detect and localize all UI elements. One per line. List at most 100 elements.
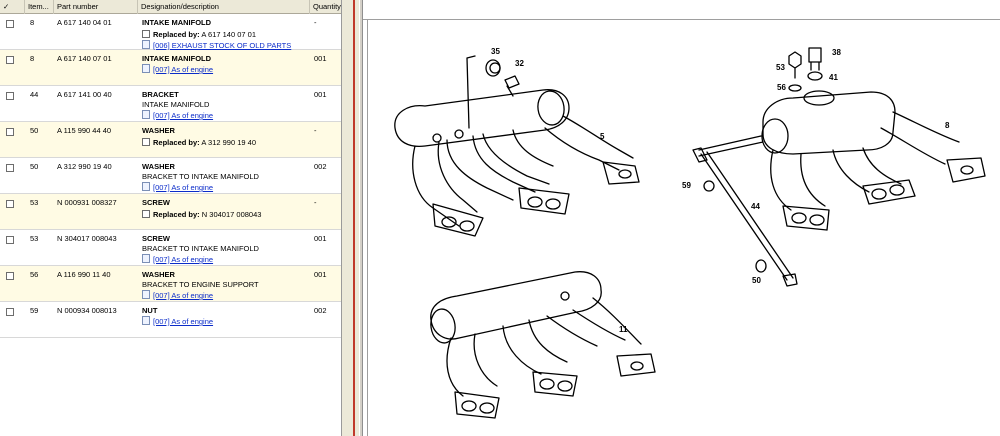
footnote-link-text[interactable]: [007] As of engine [153,111,213,120]
quantity: - [314,18,317,27]
table-row[interactable]: 53 N 304017 008043 SCREW BRACKET TO INTAKE … [0,230,341,266]
manifold-5-drawing[interactable] [394,55,640,237]
designation-title: WASHER [142,162,175,171]
table-row[interactable]: 53 N 000931 008327 SCREW Replaced by: N 304… [0,194,341,230]
designation-subtitle: BRACKET TO INTAKE MANIFOLD [142,172,259,181]
designation-title: WASHER [142,270,175,279]
document-icon [142,110,150,119]
quantity: - [314,198,317,207]
panel-splitter[interactable] [342,0,362,436]
footnote-link-text[interactable]: [007] As of engine [153,317,213,326]
column-header-quantity[interactable]: Quantity [310,0,341,14]
table-row[interactable]: 8 A 617 140 04 01 INTAKE MANIFOLD Replaced … [0,14,341,51]
table-row[interactable]: 44 A 617 141 00 40 BRACKET INTAKE MANIFOLD [… [0,86,341,122]
replacement-part-number: N 304017 008043 [201,210,262,219]
callout-41[interactable]: 41 [829,73,838,82]
column-header-item[interactable]: Item... [25,0,54,14]
part-number: A 617 140 04 01 [57,18,112,27]
row-select-checkbox[interactable] [6,92,14,100]
item-number: 53 [30,234,39,243]
manifold-11-drawing[interactable] [429,271,656,419]
document-icon [142,64,150,73]
designation-subtitle: BRACKET TO ENGINE SUPPORT [142,280,259,289]
footnote-link[interactable]: [007] As of engine [142,290,259,301]
washer-35-drawing[interactable] [485,59,501,77]
quantity: 002 [314,306,327,315]
footnote-link-text[interactable]: [007] As of engine [153,291,213,300]
item-number: 56 [30,270,39,279]
parts-drawing-panel: 35 32 5 53 38 41 56 8 59 44 50 11 [362,0,1000,436]
callout-38[interactable]: 38 [832,48,841,57]
replacement-checkbox[interactable] [142,210,150,218]
replacement-checkbox[interactable] [142,30,150,38]
designation-title: BRACKET [142,90,179,99]
table-row[interactable]: 8 A 617 140 07 01 INTAKE MANIFOLD [007] As … [0,50,341,86]
row-select-checkbox[interactable] [6,128,14,136]
footnote-link[interactable]: [007] As of engine [142,182,259,193]
row-select-checkbox[interactable] [6,308,14,316]
designation: BRACKET INTAKE MANIFOLD [007] As of engine [142,90,213,121]
callout-11[interactable]: 11 [619,325,628,334]
callout-59[interactable]: 59 [682,181,691,190]
callout-50[interactable]: 50 [752,276,761,285]
quantity: 001 [314,54,327,63]
replacement-checkbox[interactable] [142,138,150,146]
footnote-link[interactable]: [007] As of engine [142,64,213,75]
footnote-link-text[interactable]: [007] As of engine [153,255,213,264]
footnote-link[interactable]: [007] As of engine [142,316,213,327]
part-number: A 115 990 44 40 [57,126,112,135]
part-number: N 304017 008043 [57,234,117,243]
document-icon [142,254,150,263]
item-number: 44 [30,90,39,99]
column-header-designation[interactable]: Designation/description [138,0,310,14]
callout-56[interactable]: 56 [777,83,786,92]
callout-5[interactable]: 5 [600,132,605,141]
callout-32[interactable]: 32 [515,59,524,68]
parts-table-body: 8 A 617 140 04 01 INTAKE MANIFOLD Replaced … [0,14,341,338]
row-select-checkbox[interactable] [6,56,14,64]
footnote-link[interactable]: [007] As of engine [142,110,213,121]
table-row[interactable]: 50 A 115 990 44 40 WASHER Replaced by: A 31… [0,122,341,158]
designation: INTAKE MANIFOLD Replaced by: A 617 140 07… [142,18,291,51]
column-header-check[interactable]: ✓ [0,0,25,14]
callout-44[interactable]: 44 [751,202,760,211]
table-row[interactable]: 56 A 116 990 11 40 WASHER BRACKET TO ENGINE… [0,266,341,302]
row-select-checkbox[interactable] [6,236,14,244]
replacement-line: Replaced by: N 304017 008043 [142,209,261,220]
footnote-link-text[interactable]: [007] As of engine [153,183,213,192]
document-icon [142,316,150,325]
designation: WASHER BRACKET TO INTAKE MANIFOLD [007] As… [142,162,259,193]
callout-8[interactable]: 8 [945,121,950,130]
row-select-checkbox[interactable] [6,164,14,172]
replaced-by-label: Replaced by: [153,138,200,147]
parts-list-panel: ✓ Item... Part number Designation/descri… [0,0,342,436]
manifold-8-drawing[interactable] [692,47,986,287]
table-row[interactable]: 50 A 312 990 19 40 WASHER BRACKET TO INTAKE… [0,158,341,194]
designation: SCREW BRACKET TO INTAKE MANIFOLD [007] As … [142,234,259,265]
designation: SCREW Replaced by: N 304017 008043 [142,198,261,220]
footnote-link-text[interactable]: [006] EXHAUST STOCK OF OLD PARTS [153,41,291,50]
quantity: 001 [314,234,327,243]
callout-35[interactable]: 35 [491,47,500,56]
row-select-checkbox[interactable] [6,200,14,208]
callout-53[interactable]: 53 [776,63,785,72]
splitter-bar[interactable] [353,0,355,436]
quantity: 002 [314,162,327,171]
row-select-checkbox[interactable] [6,20,14,28]
footnote-link[interactable]: [007] As of engine [142,254,259,265]
replaced-by-label: Replaced by: [153,210,200,219]
designation-title: NUT [142,306,158,315]
designation-subtitle: BRACKET TO INTAKE MANIFOLD [142,244,259,253]
part-number: A 617 141 00 40 [57,90,112,99]
designation-title: INTAKE MANIFOLD [142,18,212,27]
document-icon [142,40,150,49]
quantity: 001 [314,270,327,279]
table-row[interactable]: 59 N 000934 008013 NUT [007] As of engine 00… [0,302,341,338]
replacement-line: Replaced by: A 312 990 19 40 [142,137,256,148]
row-select-checkbox[interactable] [6,272,14,280]
column-header-part-number[interactable]: Part number [54,0,138,14]
part-number: A 617 140 07 01 [57,54,112,63]
washer-50-drawing[interactable] [755,259,767,273]
footnote-link-text[interactable]: [007] As of engine [153,65,213,74]
nut-59-drawing[interactable] [703,180,715,192]
